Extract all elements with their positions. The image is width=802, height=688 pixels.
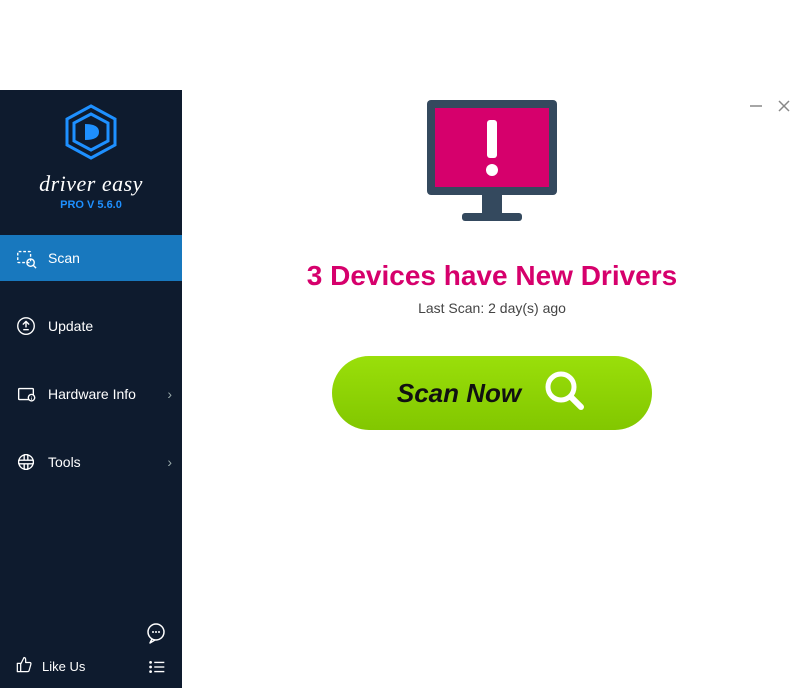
scan-now-label: Scan Now xyxy=(397,378,521,409)
update-icon xyxy=(14,314,38,338)
chevron-right-icon: › xyxy=(167,386,172,402)
alert-monitor-icon xyxy=(182,90,802,240)
sidebar-item-label: Scan xyxy=(48,250,80,266)
minimize-button[interactable] xyxy=(748,98,764,117)
thumbs-up-icon xyxy=(14,655,34,678)
version-label: PRO V 5.6.0 xyxy=(0,199,182,211)
like-us-label: Like Us xyxy=(42,659,85,674)
last-scan-label: Last Scan: 2 day(s) ago xyxy=(182,300,802,316)
logo-area: driver easy PRO V 5.6.0 xyxy=(0,90,182,221)
sidebar-item-tools[interactable]: Tools › xyxy=(0,439,182,485)
sidebar-item-scan[interactable]: Scan xyxy=(0,235,182,281)
logo-icon xyxy=(0,104,182,165)
sidebar-item-label: Update xyxy=(48,318,93,334)
sidebar-item-update[interactable]: Update xyxy=(0,303,182,349)
scan-now-button[interactable]: Scan Now xyxy=(332,356,652,430)
feedback-icon[interactable] xyxy=(144,621,168,645)
search-icon xyxy=(541,367,587,420)
sidebar-item-label: Tools xyxy=(48,454,81,470)
sidebar: driver easy PRO V 5.6.0 Scan Update i Ha… xyxy=(0,90,182,688)
hardware-info-icon: i xyxy=(14,382,38,406)
status-title: 3 Devices have New Drivers xyxy=(182,260,802,292)
like-us-button[interactable]: Like Us xyxy=(14,655,85,678)
chevron-right-icon: › xyxy=(167,454,172,470)
window-controls xyxy=(748,98,792,117)
scan-icon xyxy=(14,246,38,270)
sidebar-bottom: Like Us xyxy=(0,621,182,678)
svg-text:i: i xyxy=(31,396,32,401)
brand-name: driver easy xyxy=(0,171,182,197)
sidebar-item-label: Hardware Info xyxy=(48,386,136,402)
close-button[interactable] xyxy=(776,98,792,117)
main-content: 3 Devices have New Drivers Last Scan: 2 … xyxy=(182,90,802,688)
tools-icon xyxy=(14,450,38,474)
sidebar-item-hardware-info[interactable]: i Hardware Info › xyxy=(0,371,182,417)
menu-icon[interactable] xyxy=(146,656,168,678)
